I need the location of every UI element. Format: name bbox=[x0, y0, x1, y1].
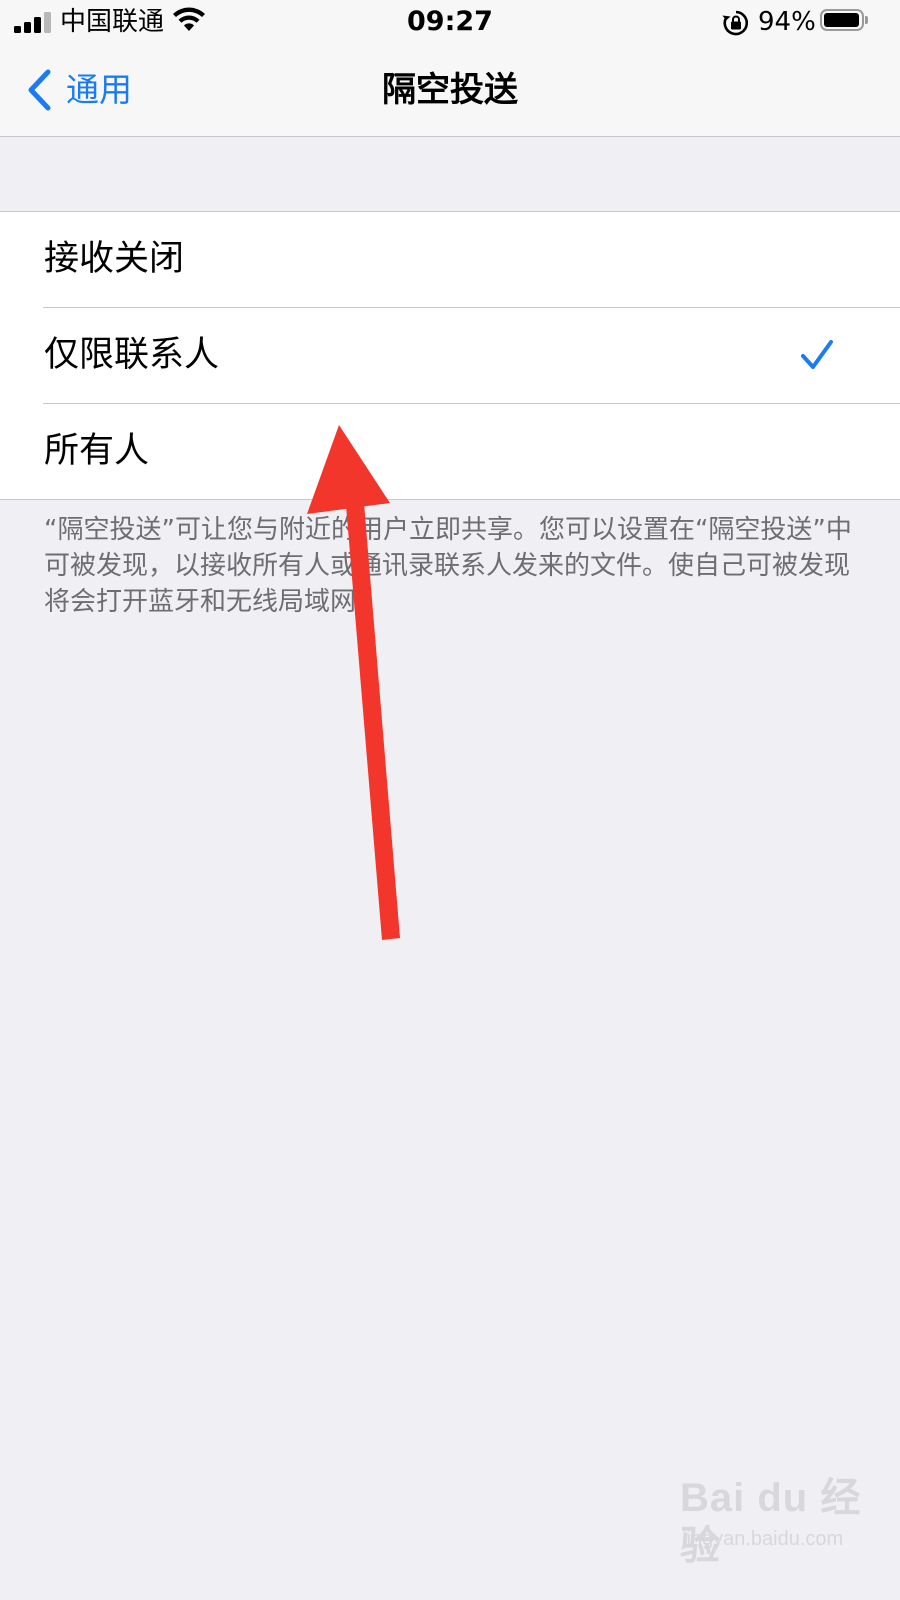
watermark-url: jingyan.baidu.com bbox=[682, 1528, 844, 1550]
status-bar: 中国联通 09:27 94% bbox=[0, 0, 900, 46]
page-title: 隔空投送 bbox=[382, 70, 518, 110]
option-receiving-off[interactable]: 接收关闭 bbox=[0, 212, 900, 307]
battery-percent: 94% bbox=[758, 7, 816, 37]
checkmark-icon bbox=[801, 340, 833, 369]
option-contacts-only[interactable]: 仅限联系人 bbox=[0, 308, 900, 403]
option-label: 接收关闭 bbox=[44, 239, 185, 279]
airdrop-options: 接收关闭 仅限联系人 所有人 bbox=[0, 211, 900, 500]
navigation-bar: 通用 隔空投送 bbox=[0, 46, 900, 137]
baidu-watermark: Bai du 经验 jingyan.baidu.com bbox=[680, 1474, 880, 1574]
watermark-logo: Bai du 经验 bbox=[680, 1476, 862, 1568]
airdrop-description: “隔空投送”可让您与附近的用户立即共享。您可以设置在“隔空投送”中可被发现，以接… bbox=[44, 515, 852, 617]
option-everyone[interactable]: 所有人 bbox=[0, 404, 900, 499]
battery-fill bbox=[824, 13, 859, 27]
battery-icon bbox=[820, 9, 868, 31]
rotation-lock-icon bbox=[722, 10, 748, 36]
option-label: 所有人 bbox=[44, 431, 150, 471]
option-label: 仅限联系人 bbox=[44, 335, 220, 375]
